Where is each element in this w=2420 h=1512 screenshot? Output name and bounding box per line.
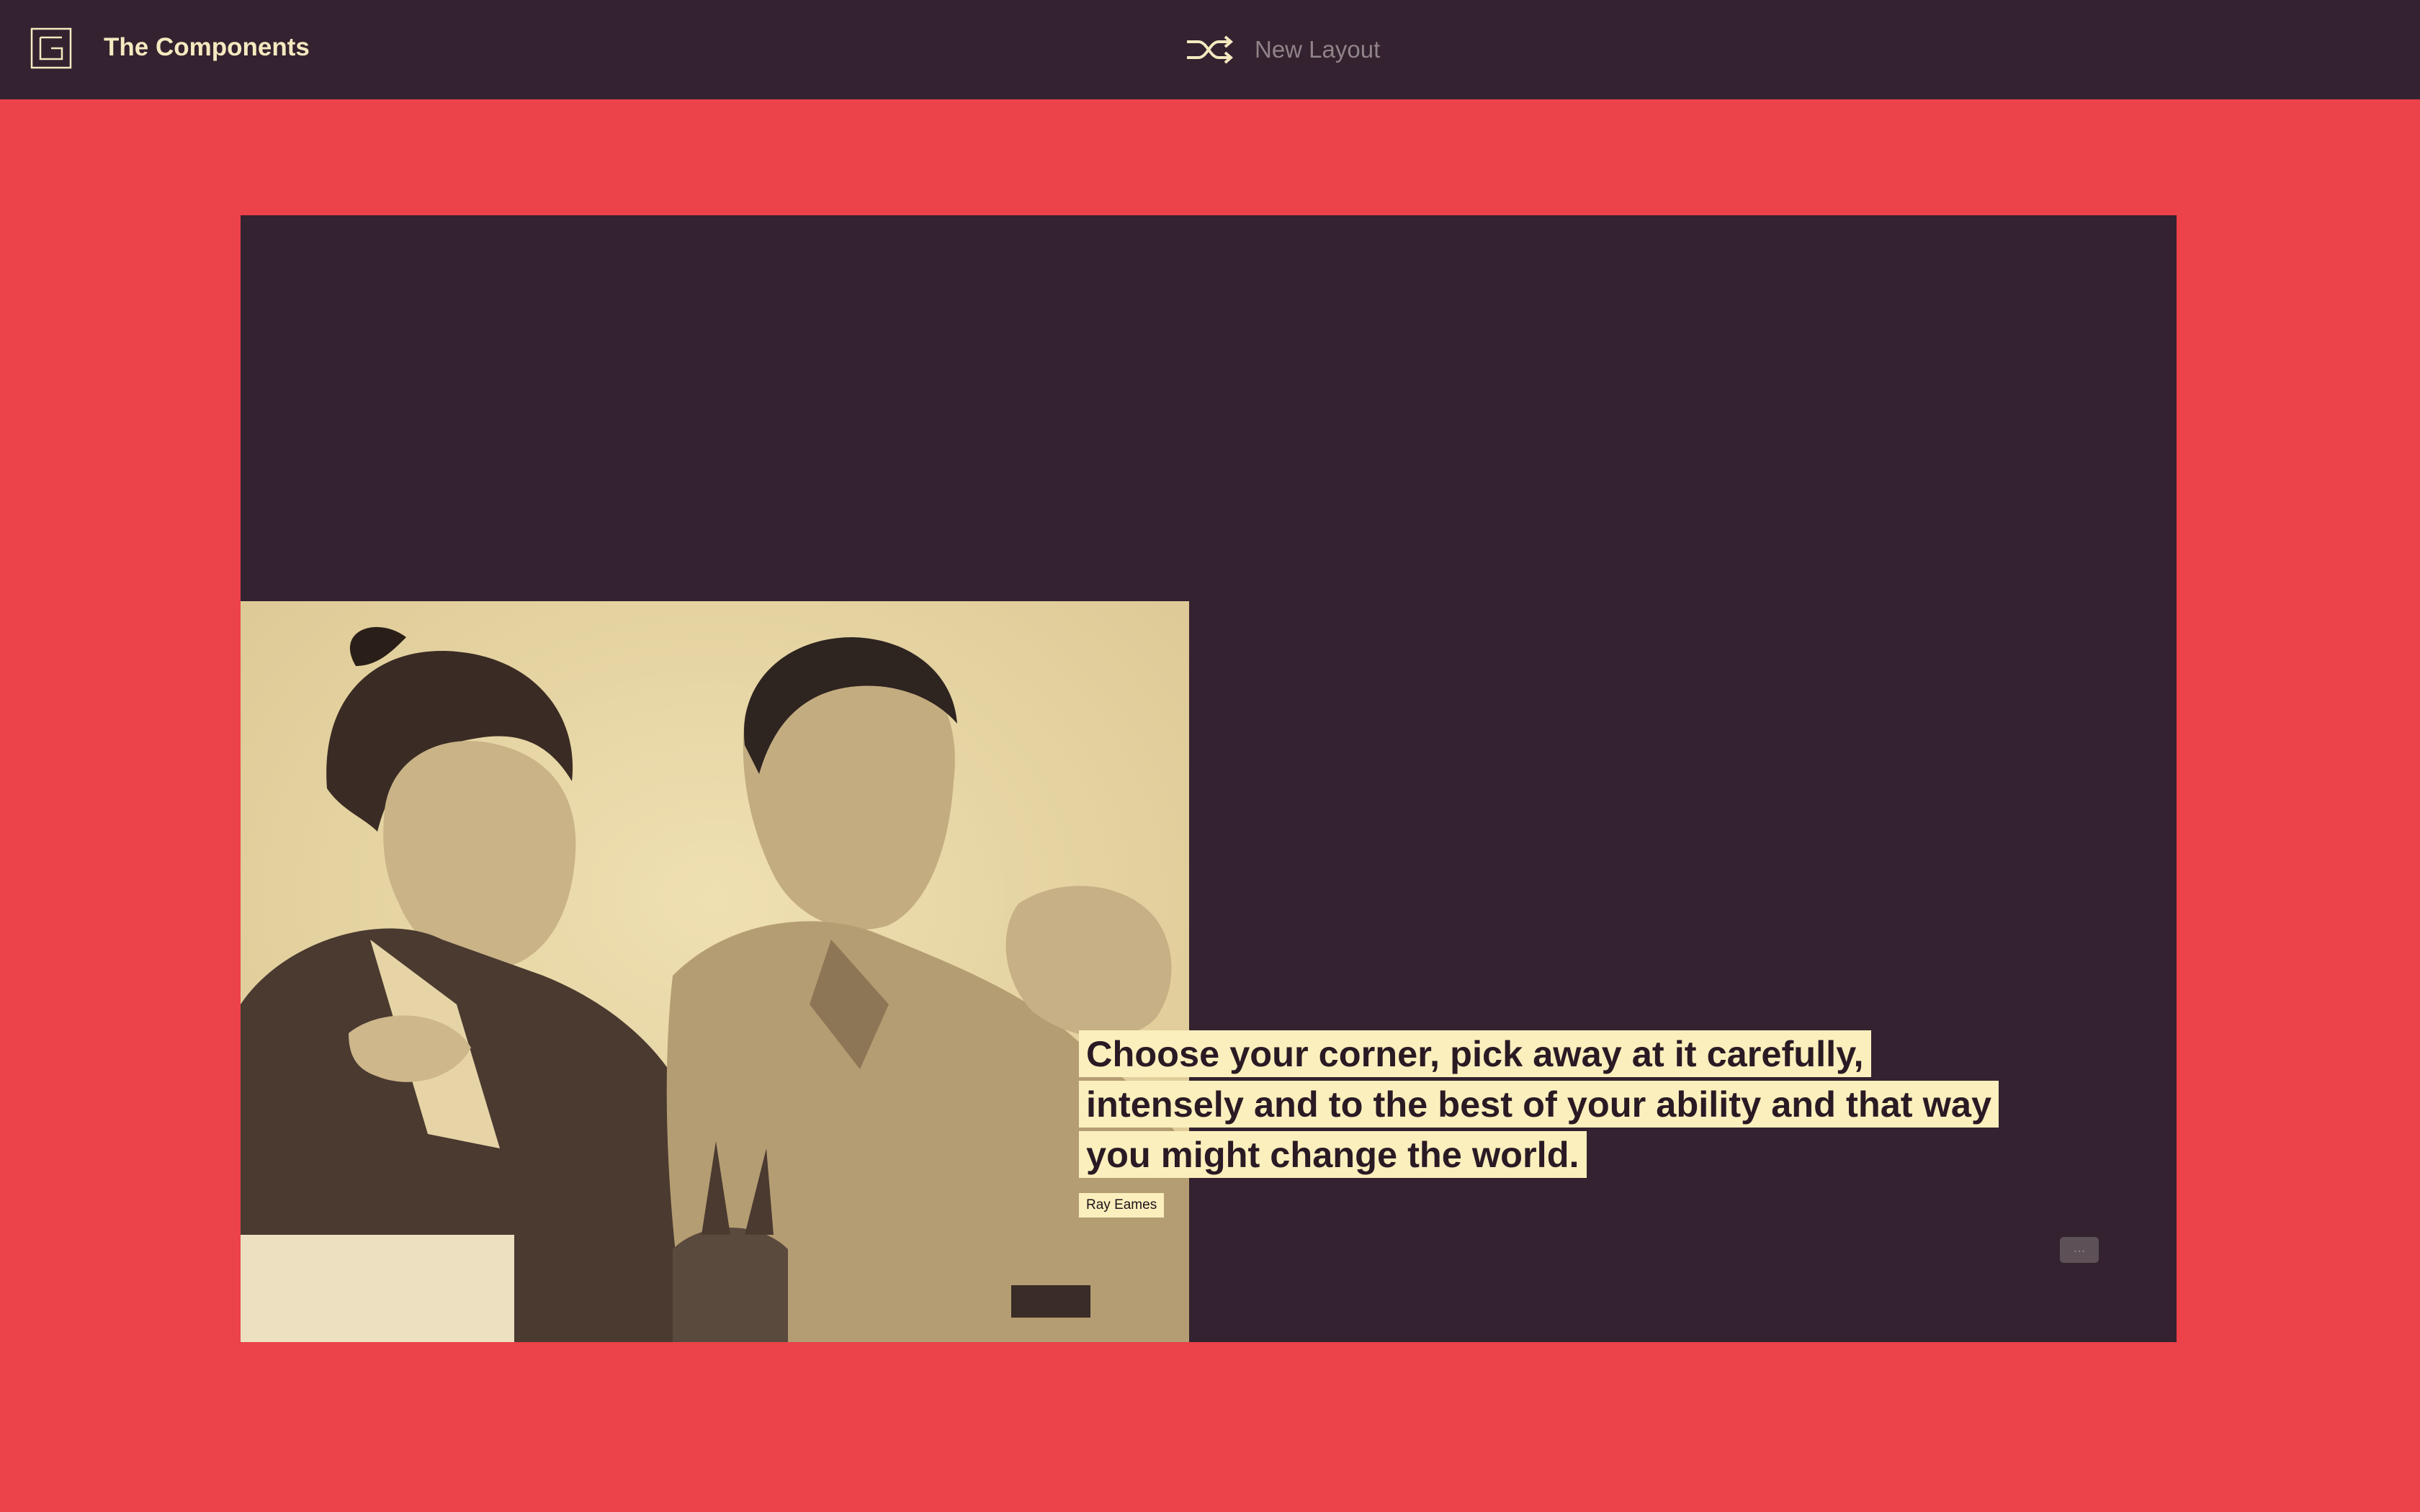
new-layout-label: New Layout [1255, 36, 1381, 63]
quote-block: Choose your corner, pick away at it care… [1079, 1029, 2015, 1218]
grid-frame-logo-icon[interactable] [30, 27, 73, 69]
top-bar: The Components New Layout [0, 0, 2420, 99]
quote-author: Ray Eames [1079, 1193, 1165, 1218]
new-layout-button[interactable]: New Layout [1181, 27, 1397, 72]
app-title: The Components [104, 33, 310, 61]
quote-text: Choose your corner, pick away at it care… [1079, 1029, 2015, 1180]
photo-illustration [241, 601, 1189, 1342]
more-options-button[interactable]: ... [2060, 1237, 2099, 1263]
shuffle-icon [1187, 35, 1233, 64]
content-card: Choose your corner, pick away at it care… [241, 215, 2177, 1342]
photo [241, 601, 1189, 1342]
